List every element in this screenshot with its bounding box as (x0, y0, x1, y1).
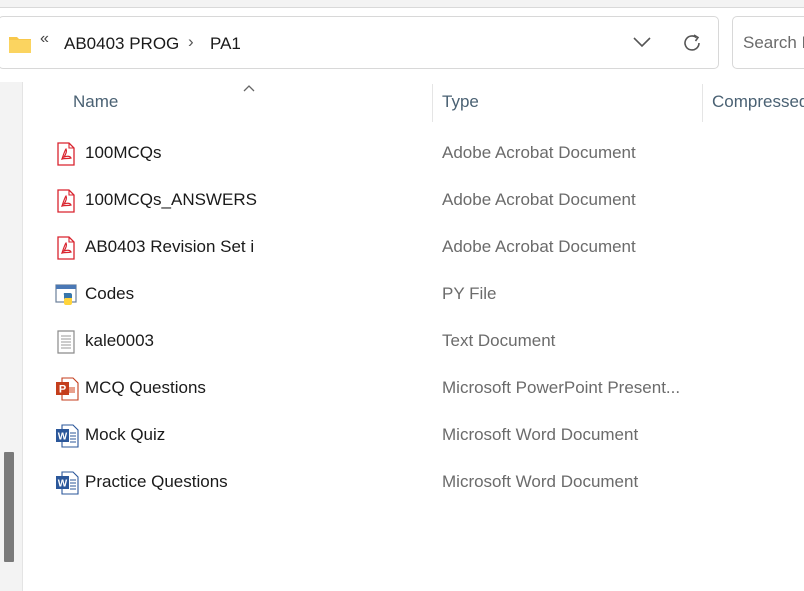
file-name: MCQ Questions (85, 378, 206, 397)
text-file-icon (55, 330, 77, 354)
svg-text:W: W (58, 479, 68, 490)
file-type: Microsoft Word Document (442, 425, 639, 444)
file-name: kale0003 (85, 331, 155, 350)
file-row[interactable]: 100MCQs Adobe Acrobat Document (48, 130, 804, 177)
file-name: AB0403 Revision Set i (85, 237, 255, 256)
file-name: 100MCQs_ANSWERS (85, 190, 257, 209)
file-row[interactable]: W Mock Quiz Microsoft Word Document (48, 412, 804, 459)
file-row[interactable]: Codes PY File (48, 271, 804, 318)
breadcrumb-item-ab0403-prog[interactable]: AB0403 PROG (64, 34, 179, 54)
breadcrumb-item-pa1[interactable]: PA1 (210, 34, 241, 54)
file-type: Microsoft Word Document (442, 472, 639, 491)
word-icon: W (55, 471, 79, 495)
address-bar[interactable]: « AB0403 PROG › PA1 (0, 16, 719, 69)
refresh-icon[interactable] (681, 32, 703, 59)
breadcrumb-overflow-icon[interactable]: « (40, 30, 49, 48)
column-divider[interactable] (432, 84, 433, 122)
pdf-icon (55, 142, 77, 166)
file-type: Adobe Acrobat Document (442, 143, 636, 162)
folder-icon (8, 34, 32, 59)
sort-ascending-icon (242, 80, 256, 98)
file-name: 100MCQs (85, 143, 162, 162)
search-box[interactable] (732, 16, 804, 69)
chevron-down-icon[interactable] (632, 35, 652, 54)
file-type: Microsoft PowerPoint Present... (442, 378, 681, 397)
file-row[interactable]: AB0403 Revision Set i Adobe Acrobat Docu… (48, 224, 804, 271)
column-header-type[interactable]: Type (442, 82, 479, 122)
svg-text:P: P (59, 384, 66, 396)
pdf-icon (55, 236, 77, 260)
column-divider[interactable] (702, 84, 703, 122)
file-type: Adobe Acrobat Document (442, 190, 636, 209)
pdf-icon (55, 189, 77, 213)
file-row[interactable]: 100MCQs_ANSWERS Adobe Acrobat Document (48, 177, 804, 224)
file-type: Text Document (442, 331, 556, 350)
column-header-name[interactable]: Name (73, 82, 118, 122)
file-row[interactable]: kale0003 Text Document (48, 318, 804, 365)
word-icon: W (55, 424, 79, 448)
search-input[interactable] (743, 31, 804, 55)
file-type: PY File (442, 284, 497, 303)
svg-text:W: W (58, 432, 68, 443)
navigation-pane (0, 82, 23, 591)
column-header-compressed-size[interactable]: Compressed size (712, 82, 804, 122)
python-file-icon (55, 283, 77, 305)
powerpoint-icon: P (55, 377, 79, 401)
file-row[interactable]: W Practice Questions Microsoft Word Docu… (48, 459, 804, 506)
breadcrumb-separator-icon[interactable]: › (188, 32, 194, 52)
window-top-strip (0, 0, 804, 8)
file-name: Mock Quiz (85, 425, 166, 444)
file-row[interactable]: P MCQ Questions Microsoft PowerPoint Pre… (48, 365, 804, 412)
file-name: Codes (85, 284, 135, 303)
file-name: Practice Questions (85, 472, 228, 491)
scrollbar-thumb[interactable] (4, 452, 14, 562)
file-type: Adobe Acrobat Document (442, 237, 636, 256)
